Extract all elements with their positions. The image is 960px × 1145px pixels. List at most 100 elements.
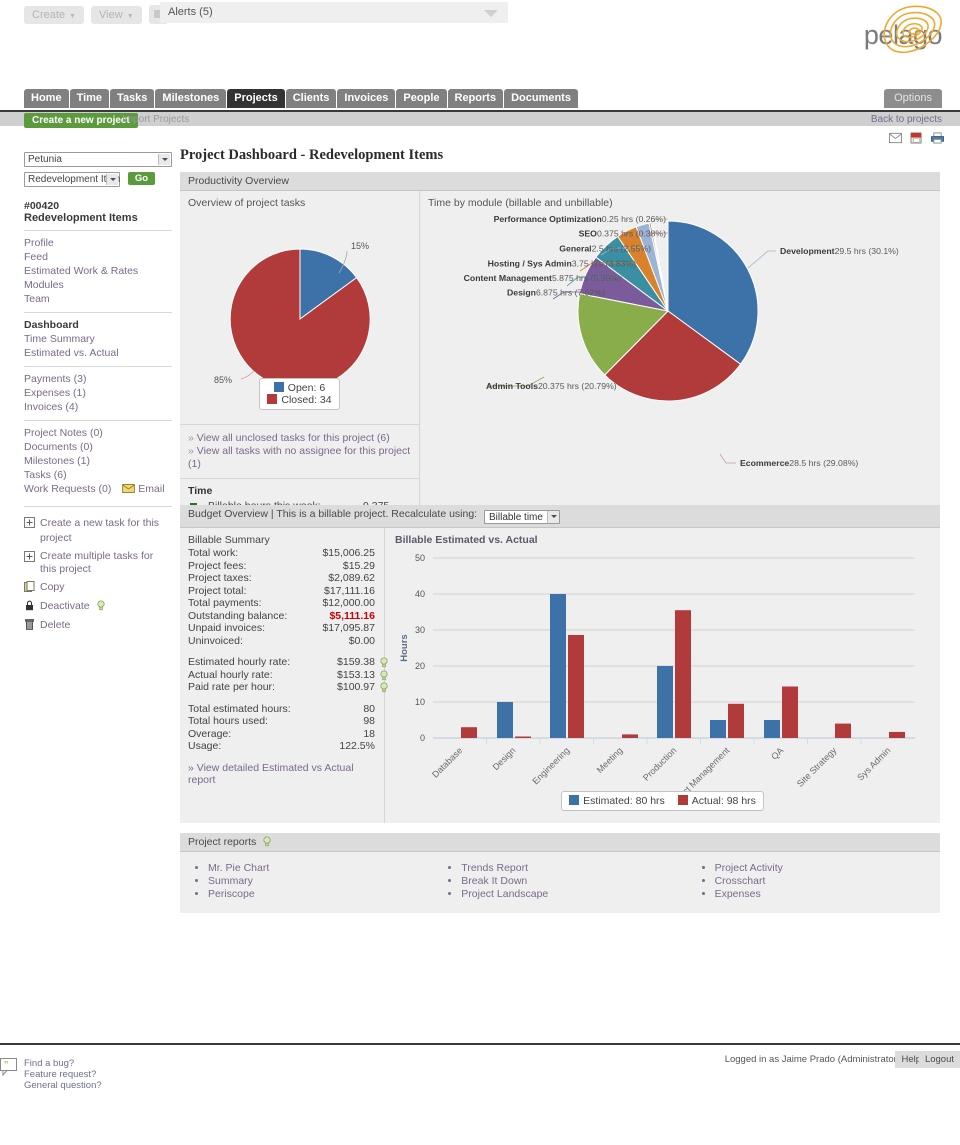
sidebar-item-modules[interactable]: Modules: [24, 278, 172, 292]
report-link-project-landscape[interactable]: Project Landscape: [461, 888, 686, 901]
create-button[interactable]: Create ▼: [24, 5, 84, 24]
nav-tab-projects[interactable]: Projects: [227, 89, 285, 108]
budget-panel-header: Budget Overview | This is a billable pro…: [180, 505, 940, 528]
report-link-summary[interactable]: Summary: [208, 875, 433, 888]
alerts-label: Alerts (5): [168, 6, 213, 18]
x-tick-production: Production: [641, 745, 678, 782]
sidebar-item-work-requests[interactable]: Work Requests (0): [24, 483, 111, 495]
nav-tab-documents[interactable]: Documents: [504, 89, 578, 108]
back-to-projects-link[interactable]: Back to projects: [871, 114, 942, 125]
client-select[interactable]: Petunia: [24, 152, 172, 167]
top-bar-left-controls: Create ▼ View ▼: [24, 5, 168, 24]
module-pie-chart: Performance Optimization0.25 hrs (0.26%)…: [420, 211, 940, 496]
nav-tab-time[interactable]: Time: [69, 89, 110, 108]
feature-request-link[interactable]: Feature request?: [24, 1069, 102, 1080]
module-label-ecommerce: Ecommerce28.5 hrs (29.08%): [740, 458, 858, 468]
nav-tab-people[interactable]: People: [396, 89, 447, 108]
view-unclosed-tasks-link[interactable]: » View all unclosed tasks for this proje…: [188, 432, 411, 445]
delete-action[interactable]: Delete: [24, 618, 172, 633]
nav-tab-clients[interactable]: Clients: [285, 89, 337, 108]
module-label-hosting-sys-admin: Hosting / Sys Admin3.75 hrs (3.83%): [488, 259, 636, 269]
sidebar-item-expenses[interactable]: Expenses (1): [24, 386, 172, 400]
tasks-pie-label-open: 15%: [351, 241, 369, 251]
general-question-link[interactable]: General question?: [24, 1080, 102, 1091]
x-tick-database: Database: [430, 745, 464, 779]
project-name: Redevelopment Items: [24, 212, 138, 224]
time-block-header: Time: [188, 485, 213, 497]
alerts-dropdown[interactable]: Alerts (5): [160, 2, 508, 23]
sidebar-item-feed[interactable]: Feed: [24, 250, 172, 264]
report-link-project-activity[interactable]: Project Activity: [715, 862, 940, 875]
logout-button[interactable]: Logout: [918, 1051, 960, 1068]
bar-actual-production: [675, 610, 691, 738]
hint-bulb-icon[interactable]: [96, 600, 105, 611]
sidebar-item-time-summary[interactable]: Time Summary: [24, 332, 172, 346]
import-projects-link[interactable]: Import Projects: [122, 114, 189, 125]
sidebar-item-tasks[interactable]: Tasks (6): [24, 468, 172, 482]
module-label-content-management: Content Management5.875 hrs (5.99%): [464, 273, 621, 283]
options-tab[interactable]: Options: [884, 89, 942, 108]
pdf-export-icon[interactable]: [910, 132, 923, 144]
find-a-bug-link[interactable]: Find a bug?: [24, 1058, 102, 1069]
email-icon[interactable]: [888, 132, 902, 144]
sidebar-item-dashboard[interactable]: Dashboard: [24, 318, 172, 332]
sidebar-item-profile[interactable]: Profile: [24, 236, 172, 250]
recalculate-select[interactable]: Billable time: [484, 510, 560, 524]
nav-tab-tasks[interactable]: Tasks: [110, 89, 155, 108]
chevron-down-icon: ▼: [69, 12, 76, 20]
nav-tab-milestones[interactable]: Milestones: [155, 89, 227, 108]
nav-tab-home[interactable]: Home: [24, 89, 69, 108]
nav-tab-reports[interactable]: Reports: [447, 89, 504, 108]
email-icon[interactable]: [122, 484, 136, 493]
estimated-vs-actual-bar-chart: 50 40 30 20 10 0 Hours Database Design E…: [385, 546, 940, 811]
go-button[interactable]: Go: [127, 172, 156, 185]
hint-bulb-icon[interactable]: [263, 836, 271, 847]
create-multiple-tasks-action[interactable]: Create multiple tasks for this project: [24, 550, 172, 576]
hint-bulb-icon[interactable]: [380, 682, 388, 693]
brand-logo[interactable]: pelago: [822, 5, 943, 54]
sidebar-item-estimated-work-rates[interactable]: Estimated Work & Rates: [24, 264, 172, 278]
view-estimated-vs-actual-report-link[interactable]: » View detailed Estimated vs Actual repo…: [188, 762, 376, 786]
project-select[interactable]: Redevelopment Item: [24, 172, 120, 187]
create-new-project-button[interactable]: Create a new project: [24, 113, 138, 128]
sidebar-item-milestones[interactable]: Milestones (1): [24, 454, 172, 468]
budget-overview-panel: Budget Overview | This is a billable pro…: [180, 505, 940, 823]
reports-column-3: Project Activity Crosschart Expenses: [687, 862, 940, 901]
hint-bulb-icon[interactable]: [380, 657, 388, 668]
budget-panel-body: Billable Summary Total work: $15,006.25 P…: [180, 528, 940, 823]
summary-row-total-estimated-hours: Total estimated hours: 80: [188, 702, 375, 715]
x-tick-design: Design: [491, 745, 518, 772]
bar-actual-sys-admin: [889, 731, 905, 738]
sidebar-item-documents[interactable]: Documents (0): [24, 440, 172, 454]
sidebar-item-estimated-vs-actual[interactable]: Estimated vs. Actual: [24, 346, 172, 360]
sidebar-group-content: Project Notes (0) Documents (0) Mileston…: [24, 420, 172, 496]
top-bar: Create ▼ View ▼ Alerts (5): [0, 0, 960, 28]
report-link-expenses[interactable]: Expenses: [715, 888, 940, 901]
sidebar-item-invoices[interactable]: Invoices (4): [24, 400, 172, 414]
report-link-mr-pie-chart[interactable]: Mr. Pie Chart: [208, 862, 433, 875]
report-link-trends-report[interactable]: Trends Report: [461, 862, 686, 875]
view-button[interactable]: View ▼: [91, 5, 142, 24]
reports-column-1: Mr. Pie Chart Summary Periscope: [180, 862, 433, 901]
deactivate-action[interactable]: Deactivate: [24, 599, 172, 614]
sidebar-item-project-notes[interactable]: Project Notes (0): [24, 426, 172, 440]
summary-row-project-taxes: Project taxes: $2,089.62: [188, 572, 375, 584]
project-reports-body: Mr. Pie Chart Summary Periscope Trends R…: [180, 852, 940, 913]
hint-bulb-icon[interactable]: [380, 669, 388, 681]
chevron-down-icon: ▼: [126, 12, 134, 20]
report-link-break-it-down[interactable]: Break It Down: [461, 875, 686, 888]
report-link-periscope[interactable]: Periscope: [208, 888, 433, 901]
create-task-action[interactable]: Create a new task for this project: [24, 516, 172, 546]
print-icon[interactable]: [931, 132, 944, 144]
copy-action[interactable]: Copy: [24, 580, 172, 595]
sidebar-item-payments[interactable]: Payments (3): [24, 372, 172, 386]
nav-tab-invoices[interactable]: Invoices: [337, 89, 396, 108]
speech-bubble-icon[interactable]: ”: [0, 1058, 20, 1076]
billable-summary-section: Billable Summary Total work: $15,006.25 P…: [180, 528, 388, 823]
report-link-crosschart[interactable]: Crosschart: [715, 875, 940, 888]
view-unassigned-tasks-link[interactable]: » View all tasks with no assignee for th…: [188, 445, 411, 471]
sidebar-email-link[interactable]: Email: [138, 483, 164, 495]
x-tick-sys-admin: Sys Admin: [855, 745, 892, 782]
sidebar-item-team[interactable]: Team: [24, 292, 172, 306]
bar-estimated-qa: [764, 720, 780, 738]
